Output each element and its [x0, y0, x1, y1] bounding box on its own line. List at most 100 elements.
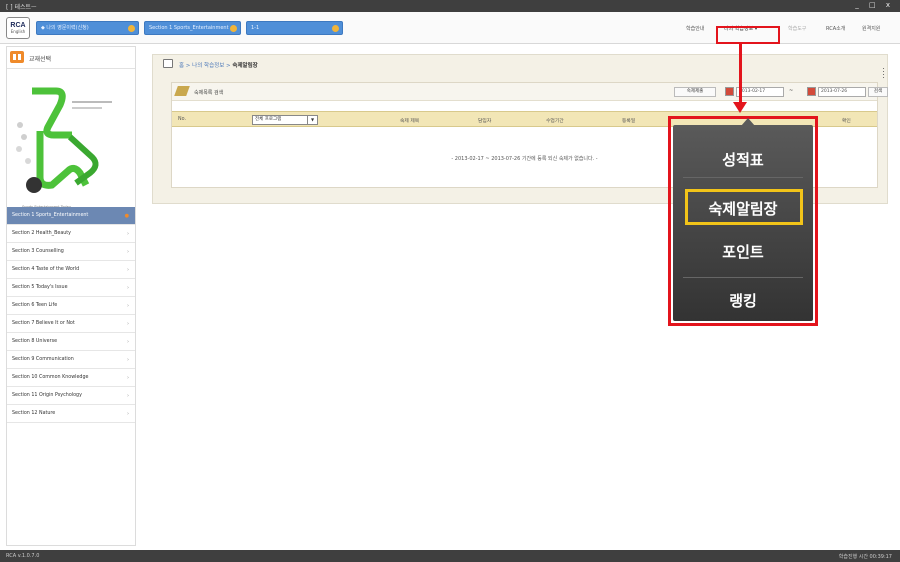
annotation-arrow-head	[733, 102, 747, 113]
section-item[interactable]: Section 2 Health_Beauty ›	[7, 225, 135, 243]
pencil-icon	[174, 86, 190, 96]
section-select-value: Section 1 Sports_Entertainment	[149, 25, 229, 31]
section-list: Section 1 Sports_Entertainment ● Section …	[7, 207, 135, 423]
breadcrumb-parent[interactable]: 나의 학습정보	[192, 63, 224, 69]
program-filter-select[interactable]: 전체 프로그램 ▼	[252, 115, 318, 125]
chevron-right-icon: ›	[127, 339, 129, 345]
section-item[interactable]: Section 9 Communication ›	[7, 351, 135, 369]
submit-homework-button[interactable]: 숙제제출	[674, 87, 716, 97]
section-item[interactable]: Section 7 Believe It or Not ›	[7, 315, 135, 333]
col-teacher: 담임자	[478, 119, 492, 124]
section-label: Section 12 Nature	[12, 411, 56, 416]
sidebar: 교재선택 Sports Entertainment Today Section …	[6, 46, 136, 546]
section-label: Section 6 Teen Life	[12, 303, 58, 308]
breadcrumb-current: 숙제알림장	[232, 63, 258, 69]
col-no: No.	[178, 117, 186, 122]
section-item[interactable]: Section 11 Origin Psychology ›	[7, 387, 135, 405]
nav-learning-guide[interactable]: 학습안내	[686, 25, 704, 32]
chevron-right-icon: ›	[127, 375, 129, 381]
chevron-down-icon: ▼	[307, 116, 317, 124]
sidebar-title: 교재선택	[29, 56, 52, 63]
dropdown-icon	[128, 25, 135, 32]
sidebar-header: 교재선택	[7, 47, 135, 69]
calendar-icon[interactable]	[725, 87, 734, 96]
section-item[interactable]: Section 10 Common Knowledge ›	[7, 369, 135, 387]
chevron-right-icon: ›	[127, 321, 129, 327]
menu-item-homework[interactable]: 숙제알림장	[673, 198, 813, 219]
date-range-separator: ~	[789, 88, 794, 94]
breadcrumb-sep: >	[184, 63, 193, 69]
menu-divider	[683, 277, 803, 278]
menu-notch	[741, 118, 755, 126]
status-bar: RCA v.1.0.7.0 학습진행 시간 00:39:17	[0, 550, 900, 562]
section-item[interactable]: Section 3 Counselling ›	[7, 243, 135, 261]
panel-title: 숙제목록 검색	[194, 90, 224, 96]
section-label: Section 3 Counselling	[12, 249, 64, 254]
more-icon[interactable]: ::	[882, 66, 885, 80]
chevron-right-icon: ›	[127, 303, 129, 309]
section-label: Section 7 Believe It or Not	[12, 321, 75, 326]
section-label: Section 5 Today's Issue	[12, 285, 68, 290]
version-label: RCA v.1.0.7.0	[6, 553, 40, 559]
menu-divider	[683, 177, 803, 178]
section-item[interactable]: Section 4 Taste of the World ›	[7, 261, 135, 279]
chevron-right-icon: ›	[127, 285, 129, 291]
chevron-right-icon: ›	[127, 267, 129, 273]
section-label: Section 4 Taste of the World	[12, 267, 80, 272]
course-select-value: ◆ 나의 영문이력(신청)	[41, 25, 89, 31]
search-button[interactable]: 검색	[868, 87, 888, 97]
chevron-right-icon: ›	[127, 249, 129, 255]
window-controls[interactable]: _ □ x	[855, 1, 894, 9]
section-label: Section 9 Communication	[12, 357, 74, 362]
search-bar: 숙제목록 검색 숙제제출 2013-02-17 ~ 2013-07-26 검색	[172, 83, 888, 101]
col-submitted: 등록일	[622, 119, 636, 124]
logo-subtext: English	[10, 29, 26, 34]
program-filter-value: 전체 프로그램	[255, 117, 282, 122]
nav-highlight-box	[716, 26, 780, 44]
chevron-right-icon: ›	[127, 411, 129, 417]
menu-item-ranking[interactable]: 랭킹	[673, 290, 813, 311]
section-label: Section 10 Common Knowledge	[12, 375, 89, 380]
window-title-bar: [ ] 테스트ㅡ _ □ x	[0, 0, 900, 12]
textbook-cover[interactable]: Sports Entertainment Today	[10, 73, 130, 223]
dropdown-icon	[230, 25, 237, 32]
section-item[interactable]: Section 5 Today's Issue ›	[7, 279, 135, 297]
menu-item-points[interactable]: 포인트	[673, 241, 813, 262]
dropdown-menu: 성적표 숙제알림장 포인트 랭킹	[673, 118, 813, 321]
section-select[interactable]: Section 1 Sports_Entertainment	[144, 21, 241, 35]
app-logo: RCA English	[6, 17, 30, 39]
unit-select[interactable]: 1-1	[246, 21, 343, 35]
cover-art	[16, 87, 112, 193]
menu-item-grades[interactable]: 성적표	[673, 149, 813, 170]
course-select[interactable]: ◆ 나의 영문이력(신청)	[36, 21, 139, 35]
date-from-input[interactable]: 2013-02-17	[736, 87, 784, 97]
chevron-right-icon: ›	[127, 393, 129, 399]
annotation-arrow	[739, 44, 742, 104]
nav-about[interactable]: RCA소개	[826, 25, 845, 32]
section-label: Section 8 Universe	[12, 339, 58, 344]
section-label: Section 11 Origin Psychology	[12, 393, 82, 398]
section-item[interactable]: Section 6 Teen Life ›	[7, 297, 135, 315]
section-label: Section 2 Health_Beauty	[12, 231, 72, 236]
dropdown-icon	[332, 25, 339, 32]
section-item[interactable]: Section 1 Sports_Entertainment ●	[7, 207, 135, 225]
calendar-icon[interactable]	[807, 87, 816, 96]
breadcrumb: 홈 > 나의 학습정보 > 숙제알림장	[179, 61, 258, 69]
col-period: 수업기간	[546, 119, 564, 124]
logo-text: RCA	[10, 22, 26, 29]
window-title: [ ] 테스트ㅡ	[6, 4, 37, 11]
col-confirm: 확인	[842, 119, 851, 124]
nav-learning-tools[interactable]: 학습도구	[788, 25, 806, 32]
section-label: Section 1 Sports_Entertainment	[12, 213, 89, 218]
section-item[interactable]: Section 8 Universe ›	[7, 333, 135, 351]
section-item[interactable]: Section 12 Nature ›	[7, 405, 135, 423]
nav-remote-support[interactable]: 원격지원	[862, 25, 880, 32]
book-icon	[163, 59, 173, 68]
date-to-input[interactable]: 2013-07-26	[818, 87, 866, 97]
chevron-right-icon: ›	[127, 357, 129, 363]
chevron-right-icon: ›	[127, 231, 129, 237]
study-time: 학습진행 시간 00:39:17	[838, 554, 892, 560]
unit-select-value: 1-1	[251, 25, 260, 31]
chevron-right-icon: ●	[124, 213, 129, 219]
book-icon	[10, 51, 24, 63]
